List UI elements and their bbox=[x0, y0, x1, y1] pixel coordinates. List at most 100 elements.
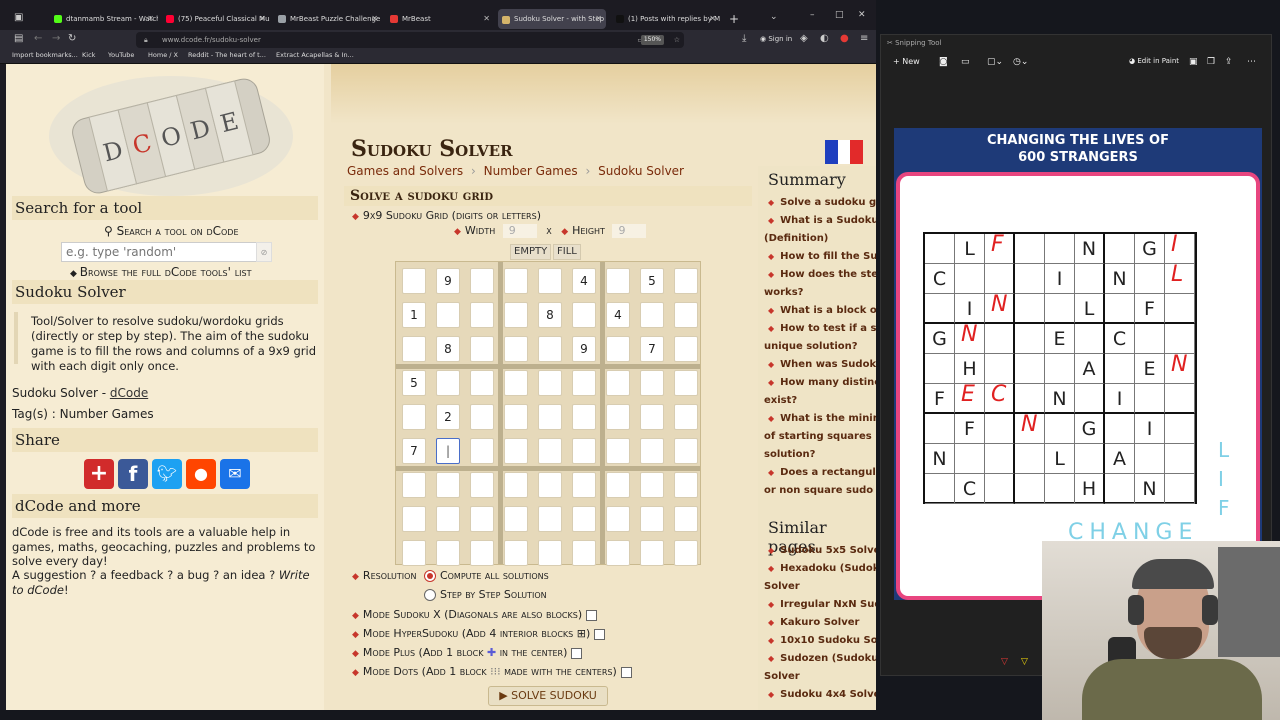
summary-link[interactable]: ◆ Solve a sudoku gri bbox=[768, 194, 876, 212]
sudoku-cell[interactable] bbox=[538, 506, 562, 532]
bookmark-item[interactable]: Reddit - The heart of t... bbox=[188, 51, 266, 59]
zoom-level[interactable]: 150% bbox=[640, 35, 664, 45]
extension-icon[interactable]: ◈ bbox=[800, 33, 808, 44]
sudoku-cell[interactable]: 1 bbox=[402, 302, 426, 328]
sudoku-cell[interactable] bbox=[572, 438, 596, 464]
sudoku-cell[interactable] bbox=[606, 268, 630, 294]
summary-link[interactable]: unique solution? bbox=[764, 338, 874, 356]
sudoku-cell[interactable] bbox=[470, 404, 494, 430]
sudoku-cell[interactable] bbox=[470, 370, 494, 396]
sudoku-cell[interactable] bbox=[436, 506, 460, 532]
sudoku-cell[interactable] bbox=[572, 506, 596, 532]
similar-link[interactable]: ◆ Sudoku 5x5 Solver bbox=[768, 542, 876, 560]
sudoku-cell[interactable]: | bbox=[436, 438, 460, 464]
sudoku-cell[interactable] bbox=[640, 404, 664, 430]
sudoku-cell[interactable] bbox=[436, 302, 460, 328]
sudoku-cell[interactable]: 7 bbox=[640, 336, 664, 362]
summary-link[interactable]: or non square sudoku bbox=[764, 482, 874, 500]
timer-icon[interactable]: ◷⌄ bbox=[1013, 57, 1028, 67]
similar-link[interactable]: ◆ Hexadoku (Sudoku bbox=[768, 560, 876, 578]
sudoku-cell[interactable] bbox=[640, 472, 664, 498]
height-input[interactable]: 9 bbox=[612, 224, 647, 238]
sudoku-cell[interactable] bbox=[674, 302, 698, 328]
sudoku-cell[interactable] bbox=[640, 438, 664, 464]
sudoku-cell[interactable] bbox=[504, 336, 528, 362]
sudoku-cell[interactable] bbox=[538, 370, 562, 396]
sudoku-cell[interactable] bbox=[436, 540, 460, 566]
sudoku-cell[interactable] bbox=[538, 540, 562, 566]
similar-link[interactable]: Solver bbox=[764, 578, 874, 596]
back-icon[interactable]: ← bbox=[34, 33, 42, 44]
sudoku-cell[interactable] bbox=[538, 472, 562, 498]
sudoku-cell[interactable]: 9 bbox=[436, 268, 460, 294]
sudoku-cell[interactable] bbox=[674, 506, 698, 532]
close-window-icon[interactable]: ✕ bbox=[858, 10, 866, 20]
mode-hyper-checkbox[interactable] bbox=[594, 628, 606, 640]
sudoku-cell[interactable]: 4 bbox=[572, 268, 596, 294]
summary-link[interactable]: ◆ How to test if a su bbox=[768, 320, 876, 338]
maximize-icon[interactable]: □ bbox=[835, 10, 844, 20]
close-tab-icon[interactable]: ✕ bbox=[147, 8, 154, 30]
sudoku-cell[interactable] bbox=[436, 472, 460, 498]
sudoku-cell[interactable] bbox=[402, 472, 426, 498]
browser-tab[interactable]: MrBeast Puzzle Challenge ✕ bbox=[274, 8, 382, 30]
forward-icon[interactable]: → bbox=[52, 33, 60, 44]
sudoku-cell[interactable] bbox=[640, 506, 664, 532]
dcode-link[interactable]: dCode bbox=[110, 386, 148, 400]
width-input[interactable]: 9 bbox=[502, 224, 537, 238]
summary-link[interactable]: ◆ How does the step bbox=[768, 266, 876, 284]
sudoku-cell[interactable] bbox=[504, 404, 528, 430]
sudoku-cell[interactable] bbox=[640, 540, 664, 566]
bookmark-item[interactable]: Import bookmarks... bbox=[12, 51, 78, 59]
similar-link[interactable]: ◆ Sudozen (Sudoku bbox=[768, 650, 876, 668]
tab-list-icon[interactable]: ⌄ bbox=[770, 12, 778, 22]
close-tab-icon[interactable]: ✕ bbox=[709, 8, 716, 30]
summary-link[interactable]: works? bbox=[764, 284, 874, 302]
sudoku-cell[interactable] bbox=[538, 438, 562, 464]
close-tab-icon[interactable]: ✕ bbox=[483, 8, 490, 30]
bookmark-item[interactable]: Extract Acapellas & In... bbox=[276, 51, 354, 59]
sudoku-cell[interactable] bbox=[674, 268, 698, 294]
video-mode-icon[interactable]: ▭ bbox=[961, 57, 970, 67]
sudoku-cell[interactable]: 5 bbox=[640, 268, 664, 294]
browser-tab[interactable]: (75) Peaceful Classical Musi ✕ bbox=[162, 8, 270, 30]
sudoku-cell[interactable] bbox=[402, 268, 426, 294]
sudoku-cell[interactable]: 8 bbox=[538, 302, 562, 328]
bookmark-item[interactable]: YouTube bbox=[108, 51, 134, 59]
summary-link[interactable]: ◆ What is a block of bbox=[768, 302, 876, 320]
similar-link[interactable]: ◆ Sudoku 4x4 Solver bbox=[768, 686, 876, 704]
save-icon[interactable]: ▣ bbox=[1189, 57, 1198, 67]
summary-link[interactable]: ◆ How to fill the Sud bbox=[768, 248, 876, 266]
sudoku-cell[interactable]: 7 bbox=[402, 438, 426, 464]
new-tab-button[interactable]: + bbox=[726, 8, 742, 30]
summary-link[interactable]: ◆ How many distinct bbox=[768, 374, 876, 392]
similar-link[interactable]: ◆ Irregular NxN Sudo bbox=[768, 596, 876, 614]
edit-in-paint-button[interactable]: ◕ Edit in Paint bbox=[1129, 57, 1179, 65]
sudoku-cell[interactable] bbox=[436, 370, 460, 396]
sudoku-cell[interactable] bbox=[538, 336, 562, 362]
highlighter-icon[interactable]: ▽ bbox=[1021, 657, 1028, 667]
sudoku-cell[interactable] bbox=[402, 506, 426, 532]
sudoku-cell[interactable] bbox=[606, 472, 630, 498]
sudoku-cell[interactable]: 8 bbox=[436, 336, 460, 362]
sudoku-cell[interactable] bbox=[470, 302, 494, 328]
twitter-icon[interactable]: 🐦︎ bbox=[152, 459, 182, 489]
breadcrumb-games[interactable]: Games and Solvers bbox=[347, 164, 463, 178]
summary-link[interactable]: ◆ Does a rectangular bbox=[768, 464, 876, 482]
sudoku-cell[interactable] bbox=[538, 404, 562, 430]
copy-icon[interactable]: ❐ bbox=[1207, 57, 1215, 67]
sudoku-cell[interactable] bbox=[470, 268, 494, 294]
breadcrumb-sudoku-solver[interactable]: Sudoku Solver bbox=[598, 164, 684, 178]
sudoku-cell[interactable]: 4 bbox=[606, 302, 630, 328]
sudoku-cell[interactable] bbox=[640, 370, 664, 396]
sudoku-cell[interactable] bbox=[504, 438, 528, 464]
summary-link[interactable]: ◆ What is a Sudoku? bbox=[768, 212, 876, 230]
mode-x-checkbox[interactable] bbox=[586, 609, 598, 621]
sudoku-cell[interactable] bbox=[674, 540, 698, 566]
share-plus-icon[interactable]: + bbox=[84, 459, 114, 489]
sudoku-cell[interactable] bbox=[470, 438, 494, 464]
screenshot-mode-icon[interactable]: ◙ bbox=[939, 57, 948, 67]
sudoku-cell[interactable] bbox=[402, 404, 426, 430]
more-icon[interactable]: ⋯ bbox=[1247, 57, 1256, 67]
summary-link[interactable]: of starting squares fo bbox=[764, 428, 874, 446]
